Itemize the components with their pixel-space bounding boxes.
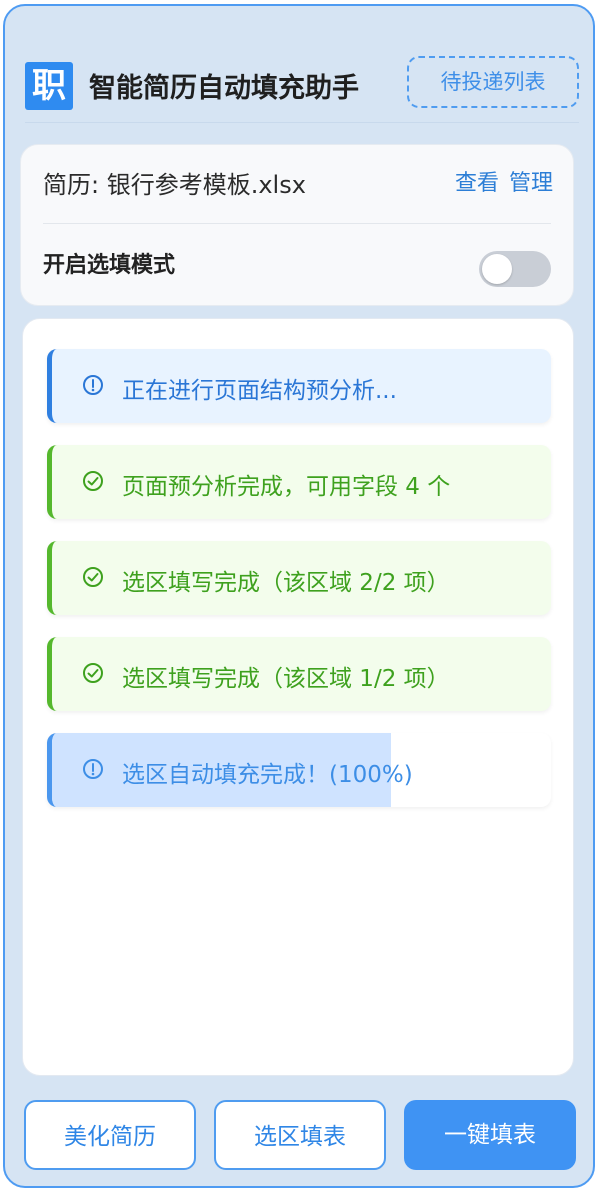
log-item: 正在进行页面结构预分析... <box>47 349 551 423</box>
beautify-resume-button[interactable]: 美化简历 <box>24 1100 196 1170</box>
pending-list-button[interactable]: 待投递列表 <box>407 56 579 108</box>
select-mode-toggle[interactable] <box>479 251 551 287</box>
check-circle-icon <box>83 663 103 683</box>
resume-actions: 查看 管理 <box>445 165 553 197</box>
resume-file-label: 简历: 银行参考模板.xlsx <box>43 171 306 199</box>
log-text: 页面预分析完成，可用字段 4 个 <box>122 474 451 500</box>
app-logo-icon: 职 <box>25 62 73 110</box>
log-item: 页面预分析完成，可用字段 4 个 <box>47 445 551 519</box>
view-resume-link[interactable]: 查看 <box>455 171 499 196</box>
select-mode-label: 开启选填模式 <box>43 253 176 278</box>
log-text: 正在进行页面结构预分析... <box>122 378 397 404</box>
header: 职 智能简历自动填充助手 待投递列表 <box>25 52 579 123</box>
toggle-knob <box>482 254 512 284</box>
log-text: 选区填写完成（该区域 2/2 项） <box>122 570 450 596</box>
resume-card: 简历: 银行参考模板.xlsx 查看 管理 开启选填模式 <box>20 144 574 306</box>
log-panel: 正在进行页面结构预分析... 页面预分析完成，可用字段 4 个 选区填写完成（该… <box>22 318 574 1076</box>
log-item: 选区填写完成（该区域 1/2 项） <box>47 637 551 711</box>
check-circle-icon <box>83 567 103 587</box>
log-text: 选区自动填充完成！(100%) <box>122 762 413 788</box>
app-title: 智能简历自动填充助手 <box>89 73 359 104</box>
one-click-fill-button[interactable]: 一键填表 <box>404 1100 576 1170</box>
info-icon <box>83 375 103 395</box>
check-circle-icon <box>83 471 103 491</box>
log-item: 选区填写完成（该区域 2/2 项） <box>47 541 551 615</box>
select-fill-button[interactable]: 选区填表 <box>214 1100 386 1170</box>
progress-log-item: 选区自动填充完成！(100%) <box>47 733 551 807</box>
log-text: 选区填写完成（该区域 1/2 项） <box>122 666 450 692</box>
divider <box>43 223 551 224</box>
manage-resume-link[interactable]: 管理 <box>509 171 553 196</box>
info-icon <box>83 759 103 779</box>
